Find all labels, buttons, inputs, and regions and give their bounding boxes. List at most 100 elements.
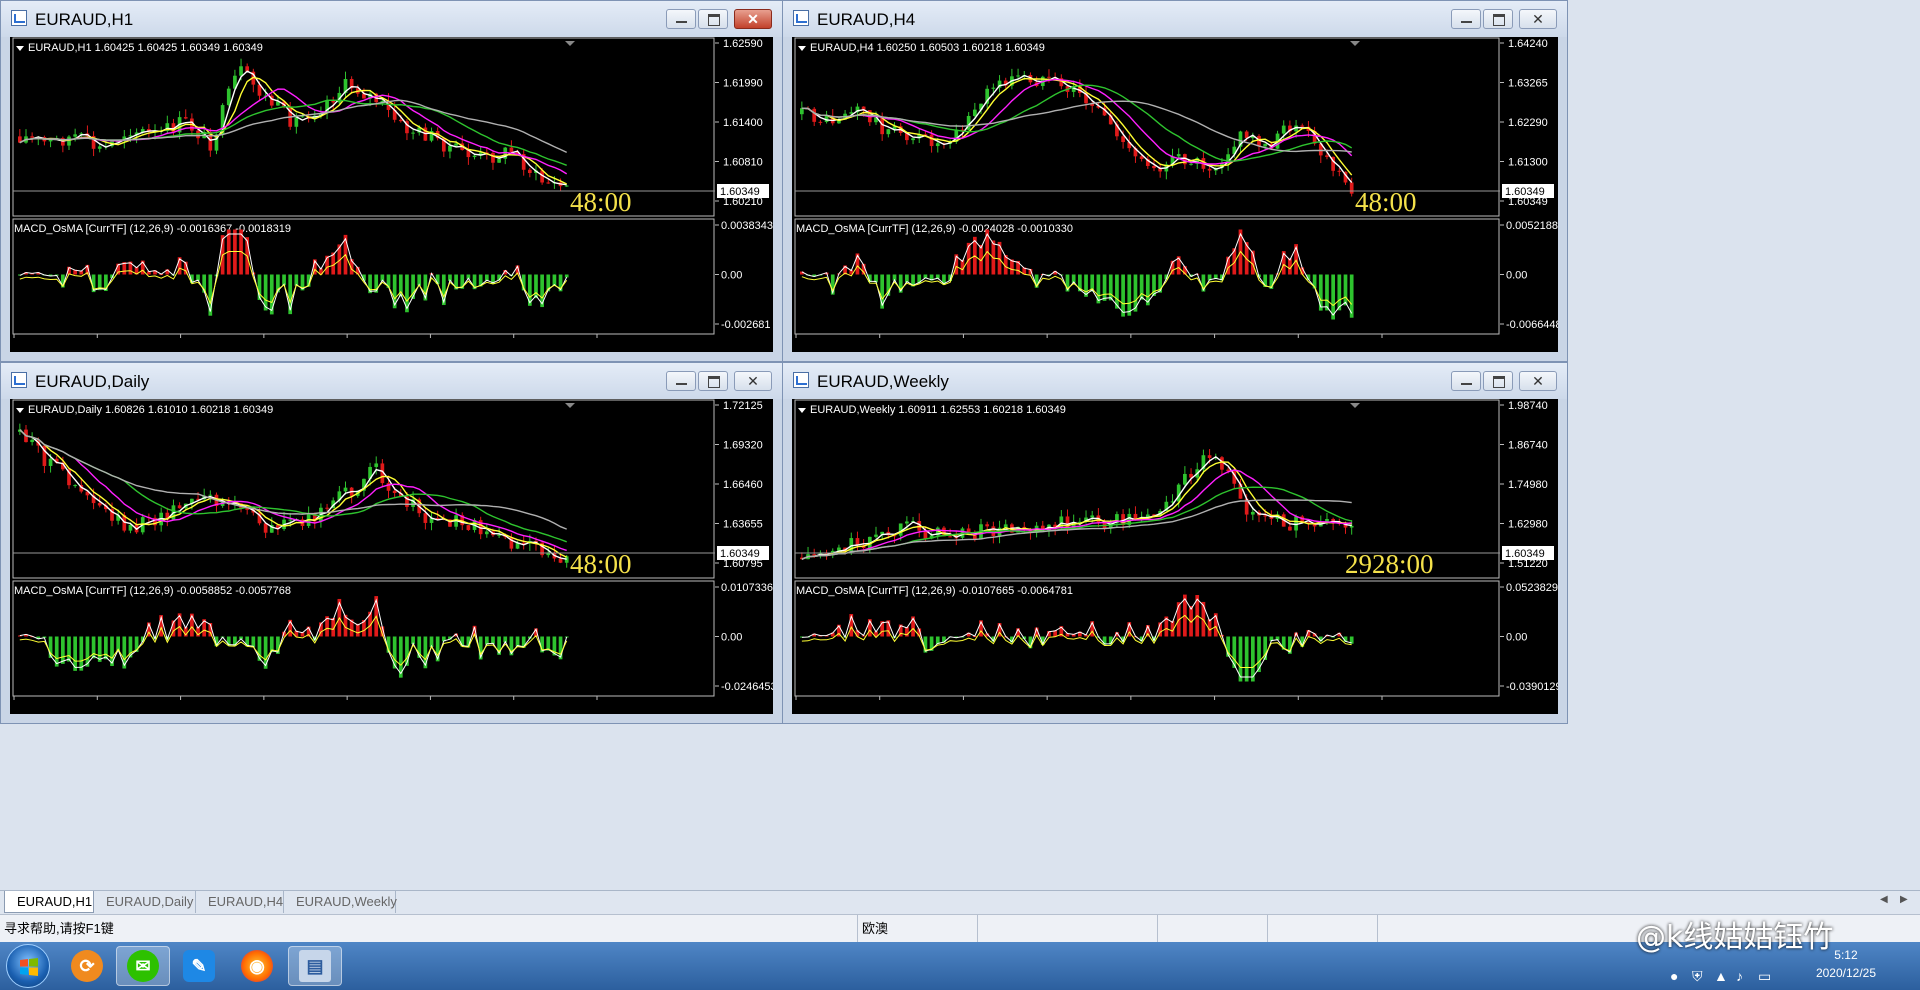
candle-body [898, 523, 903, 536]
chart-area[interactable]: EURAUD,H4 1.60250 1.60503 1.60218 1.6034… [792, 37, 1558, 352]
time-tick-label: 7 Jul 2019 [1133, 701, 1184, 713]
price-chart[interactable]: EURAUD,H4 1.60250 1.60503 1.60218 1.6034… [792, 37, 1558, 352]
minimize-button[interactable] [1451, 9, 1481, 29]
candle-body [985, 524, 990, 527]
tab-euraud-h1[interactable]: EURAUD,H1 [4, 891, 94, 913]
candle-body [331, 100, 336, 103]
window-titlebar[interactable]: EURAUD,H4 [783, 1, 1567, 37]
chart-window-h4[interactable]: EURAUD,H4 EURAUD,H4 1.60250 1.60503 1.60… [782, 0, 1568, 362]
time-tick-label: 23 Dec 19:00 [516, 339, 581, 351]
monitor-tray-icon[interactable]: ▭ [1758, 968, 1771, 985]
minimize-button[interactable] [666, 9, 696, 29]
osma-histogram-bar [61, 636, 65, 664]
maximize-button[interactable] [698, 9, 728, 29]
taskbar-app-metatrader[interactable]: ▤ [288, 946, 342, 986]
symbol-info-text: EURAUD,H1 1.60425 1.60425 1.60349 1.6034… [28, 42, 263, 54]
shield-tray-icon[interactable]: ⛨ [1692, 968, 1703, 985]
chart-area[interactable]: EURAUD,Weekly 1.60911 1.62553 1.60218 1.… [792, 399, 1558, 714]
taskbar-app-wechat[interactable]: ✉ [116, 946, 170, 986]
tab-scroll-right-icon[interactable]: ▶ [1900, 894, 1908, 905]
maximize-button[interactable] [1483, 9, 1513, 29]
candle-body [1220, 457, 1224, 470]
time-tick-label: 16 Nov 2020 [798, 339, 860, 351]
chart-window-daily[interactable]: EURAUD,Daily EURAUD,Daily 1.60826 1.6101… [0, 362, 783, 724]
tab-euraud-daily[interactable]: EURAUD,Daily [94, 891, 196, 913]
price-chart[interactable]: EURAUD,H1 1.60425 1.60425 1.60349 1.6034… [10, 37, 773, 352]
price-chart[interactable]: EURAUD,Daily 1.60826 1.61010 1.60218 1.6… [10, 399, 773, 714]
start-button[interactable] [6, 944, 50, 988]
chart-area[interactable]: EURAUD,H1 1.60425 1.60425 1.60349 1.6034… [10, 37, 773, 352]
candle-body [1065, 516, 1070, 529]
time-tick-label: 7 Jun 2020 [1300, 701, 1354, 713]
candle-body [466, 525, 471, 530]
osma-histogram-bar [515, 636, 520, 647]
current-price-label: 1.60349 [1505, 186, 1545, 198]
taskbar-app-notes[interactable]: ✎ [172, 946, 226, 986]
time-tick-label: 6 Aug 2020 [266, 701, 322, 713]
osma-histogram-bar [534, 274, 538, 299]
mdi-workspace: EURAUD,H1 EURAUD,H1 1.60425 1.60425 1.60… [0, 0, 1920, 890]
tab-euraud-h4[interactable]: EURAUD,H4 [196, 891, 284, 913]
candle-body [398, 119, 403, 122]
close-button[interactable] [1519, 9, 1557, 29]
indicator-tick-label: -0.0066448 [1506, 319, 1558, 331]
maximize-button[interactable] [1483, 371, 1513, 391]
minimize-button[interactable] [1451, 371, 1481, 391]
close-button[interactable] [1519, 371, 1557, 391]
ma-gray-line [801, 499, 1352, 560]
time-tick-label: 15 Dec 2020 [16, 339, 78, 351]
price-tick-label: 1.62290 [1508, 117, 1548, 129]
indicator-tick-label: -0.002681 [721, 319, 771, 331]
time-tick-label: 22 Dec 2019 [1217, 701, 1279, 713]
tab-euraud-weekly[interactable]: EURAUD,Weekly [284, 891, 397, 913]
time-tick-label: 3 Jul 2020 [183, 701, 234, 713]
wechat-tray-icon[interactable]: ● [1670, 968, 1678, 984]
price-tick-label: 1.62590 [723, 38, 763, 50]
close-button[interactable] [734, 9, 772, 29]
volume-tray-icon[interactable]: ♪ [1736, 968, 1743, 984]
candle-body [1016, 75, 1020, 77]
time-tick-label: 16 Nov 2020 [516, 701, 578, 713]
chart-window-h1[interactable]: EURAUD,H1 EURAUD,H1 1.60425 1.60425 1.60… [0, 0, 783, 362]
osma-histogram-bar [1318, 274, 1323, 311]
shift-marker-icon [1350, 41, 1360, 46]
time-tick-label: 24 Dec 19:00 [599, 339, 664, 351]
candle-body [966, 528, 971, 532]
windows-taskbar: ⟳ ✉ ✎ ◉ ▤ ● ⛨ ▲ ♪ ▭ 5:12 2020/12/25 [0, 942, 1920, 990]
minimize-button[interactable] [666, 371, 696, 391]
bar-countdown-timer: 48:00 [1355, 187, 1417, 217]
price-tick-label: 1.64240 [1508, 38, 1548, 50]
candle-body [1294, 516, 1298, 531]
price-tick-label: 1.61400 [723, 117, 763, 129]
indicator-tick-label: 0.00 [1506, 270, 1527, 282]
osma-histogram-bar [1244, 636, 1249, 682]
chart-area[interactable]: EURAUD,Daily 1.60826 1.61010 1.60218 1.6… [10, 399, 773, 714]
chart-window-weekly[interactable]: EURAUD,Weekly EURAUD,Weekly 1.60911 1.62… [782, 362, 1568, 724]
candle-body [1139, 156, 1144, 159]
status-help-text: 寻求帮助,请按F1键 [2, 915, 858, 943]
ma-white-line [801, 74, 1353, 184]
price-tick-label: 1.61990 [723, 78, 763, 90]
network-tray-icon[interactable]: ▲ [1714, 968, 1728, 984]
candle-body [239, 66, 243, 76]
window-titlebar[interactable]: EURAUD,H1 [1, 1, 782, 37]
window-titlebar[interactable]: EURAUD,Weekly [783, 363, 1567, 399]
ma-magenta-line [19, 88, 568, 175]
candle-body [874, 534, 878, 537]
ma-white-line [19, 429, 567, 560]
maximize-button[interactable] [698, 371, 728, 391]
time-tick-label: 24 Dec 04:00 [1384, 339, 1449, 351]
candle-body [1207, 168, 1212, 171]
taskbar-app-1[interactable]: ⟳ [60, 946, 114, 986]
indicator-tick-label: 0.00 [1506, 632, 1527, 644]
candle-body [226, 88, 231, 106]
chart-tab-bar: EURAUD,H1 EURAUD,Daily EURAUD,H4 EURAUD,… [0, 890, 1920, 915]
taskbar-app-firefox[interactable]: ◉ [230, 946, 284, 986]
window-titlebar[interactable]: EURAUD,Daily [1, 363, 782, 399]
close-button[interactable] [734, 371, 772, 391]
candle-body [1121, 136, 1125, 143]
tab-scroll-left-icon[interactable]: ◀ [1880, 894, 1888, 905]
window-title: EURAUD,Weekly [817, 372, 949, 391]
time-tick-label: 18 Dec 04:00 [1300, 339, 1365, 351]
price-chart[interactable]: EURAUD,Weekly 1.60911 1.62553 1.60218 1.… [792, 399, 1558, 714]
